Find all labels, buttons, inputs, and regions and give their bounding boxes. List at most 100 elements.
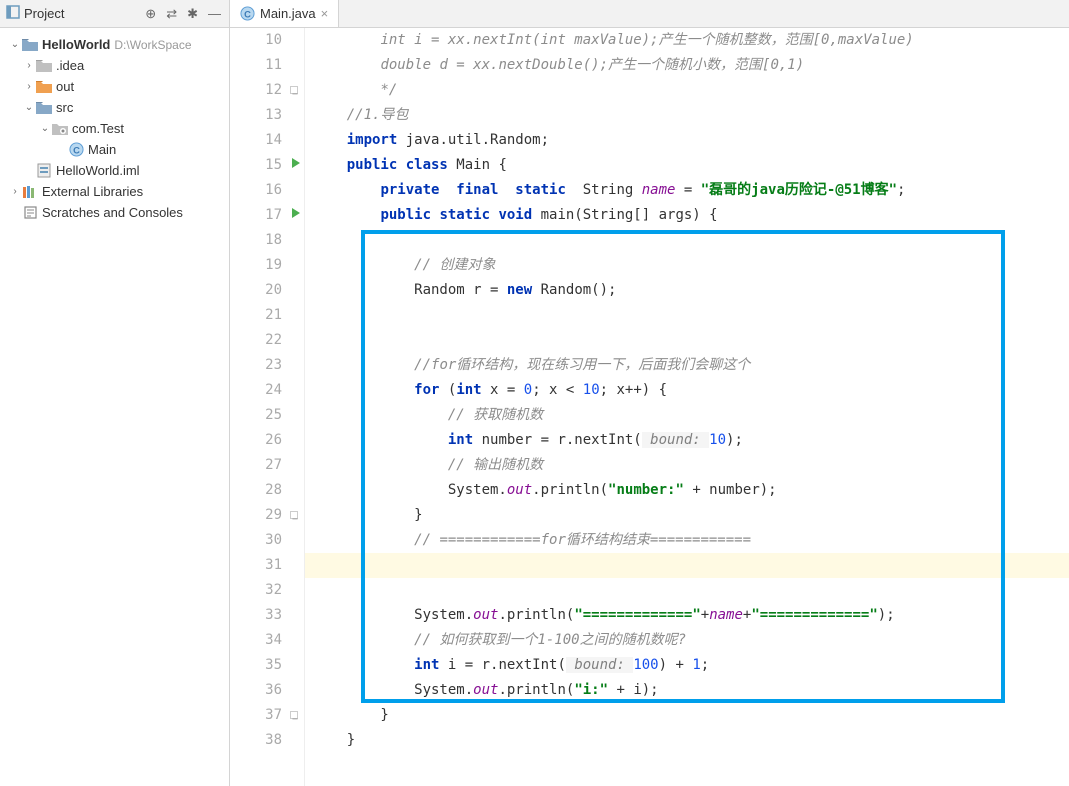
iml-icon bbox=[36, 164, 52, 178]
tree-item-src[interactable]: ⌄src bbox=[0, 97, 229, 118]
tree-item--idea[interactable]: ›.idea bbox=[0, 55, 229, 76]
tree-item-label: HelloWorld.iml bbox=[56, 163, 140, 178]
tree-item-helloworld[interactable]: ⌄HelloWorldD:\WorkSpace bbox=[0, 34, 229, 55]
tree-item-label: com.Test bbox=[72, 121, 124, 136]
lib-icon bbox=[22, 185, 38, 199]
code-line[interactable]: } bbox=[305, 703, 1069, 728]
gutter-line[interactable]: 33 bbox=[230, 603, 304, 628]
code-line[interactable] bbox=[305, 328, 1069, 353]
tree-item-out[interactable]: ›out bbox=[0, 76, 229, 97]
editor-body: 1011121314151617181920212223242526272829… bbox=[230, 28, 1069, 786]
code-line[interactable] bbox=[305, 228, 1069, 253]
gutter-line[interactable]: 23 bbox=[230, 353, 304, 378]
sidebar-header: Project ⊕ ⇄ ✱ — bbox=[0, 0, 229, 28]
gutter-line[interactable]: 11 bbox=[230, 53, 304, 78]
gutter-line[interactable]: 14 bbox=[230, 128, 304, 153]
code-line[interactable]: } bbox=[305, 728, 1069, 753]
code-line[interactable]: //1.导包 bbox=[305, 103, 1069, 128]
tree-arrow-icon[interactable]: ⌄ bbox=[38, 123, 52, 134]
tree-arrow-icon[interactable]: › bbox=[22, 60, 36, 71]
folder-blue-icon bbox=[22, 38, 38, 52]
code-line[interactable]: // 创建对象 bbox=[305, 253, 1069, 278]
gutter-line[interactable]: 35 bbox=[230, 653, 304, 678]
gutter-line[interactable]: 13 bbox=[230, 103, 304, 128]
gutter-line[interactable]: 10 bbox=[230, 28, 304, 53]
tree-item-label: External Libraries bbox=[42, 184, 143, 199]
code-line[interactable] bbox=[305, 578, 1069, 603]
fold-gutter-icon[interactable] bbox=[290, 711, 298, 719]
expand-all-icon[interactable]: ⇄ bbox=[164, 4, 179, 24]
settings-icon[interactable]: ✱ bbox=[185, 4, 200, 24]
code-line[interactable]: // 获取随机数 bbox=[305, 403, 1069, 428]
run-gutter-icon[interactable] bbox=[292, 158, 300, 168]
code-line[interactable]: Random r = new Random(); bbox=[305, 278, 1069, 303]
code-line[interactable]: // 输出随机数 bbox=[305, 453, 1069, 478]
folder-blue-icon bbox=[36, 101, 52, 115]
gutter-line[interactable]: 26 bbox=[230, 428, 304, 453]
code-line[interactable]: System.out.println("============="+name+… bbox=[305, 603, 1069, 628]
tree-arrow-icon[interactable]: ⌄ bbox=[22, 102, 36, 113]
gutter-line[interactable]: 25 bbox=[230, 403, 304, 428]
code-line[interactable]: int i = xx.nextInt(int maxValue);产生一个随机整… bbox=[305, 28, 1069, 53]
code-area[interactable]: int i = xx.nextInt(int maxValue);产生一个随机整… bbox=[305, 28, 1069, 786]
code-line[interactable]: import java.util.Random; bbox=[305, 128, 1069, 153]
gutter-line[interactable]: 22 bbox=[230, 328, 304, 353]
tree-item-label: Main bbox=[88, 142, 116, 157]
code-line[interactable]: System.out.println("i:" + i); bbox=[305, 678, 1069, 703]
gutter-line[interactable]: 15 bbox=[230, 153, 304, 178]
gutter-line[interactable]: 17 bbox=[230, 203, 304, 228]
tree-arrow-icon[interactable]: › bbox=[22, 81, 36, 92]
code-line[interactable]: public static void main(String[] args) { bbox=[305, 203, 1069, 228]
code-line[interactable]: // 如何获取到一个1-100之间的随机数呢? bbox=[305, 628, 1069, 653]
gutter-line[interactable]: 16 bbox=[230, 178, 304, 203]
code-line[interactable]: // ============for循环结构结束============ bbox=[305, 528, 1069, 553]
gutter-line[interactable]: 21 bbox=[230, 303, 304, 328]
tree-arrow-icon[interactable]: ⌄ bbox=[8, 39, 22, 50]
collapse-icon[interactable]: — bbox=[206, 4, 223, 24]
editor-tab-main[interactable]: C Main.java × bbox=[230, 0, 339, 27]
fold-gutter-icon[interactable] bbox=[290, 511, 298, 519]
gutter-line[interactable]: 32 bbox=[230, 578, 304, 603]
tree-item-helloworld-iml[interactable]: HelloWorld.iml bbox=[0, 160, 229, 181]
package-icon bbox=[52, 122, 68, 136]
tree-arrow-icon[interactable]: › bbox=[8, 186, 22, 197]
gutter-line[interactable]: 12 bbox=[230, 78, 304, 103]
gutter-line[interactable]: 20 bbox=[230, 278, 304, 303]
folder-orange-icon bbox=[36, 80, 52, 94]
tree-item-scratches-and-consoles[interactable]: Scratches and Consoles bbox=[0, 202, 229, 223]
code-line[interactable]: double d = xx.nextDouble();产生一个随机小数，范围[0… bbox=[305, 53, 1069, 78]
gutter-line[interactable]: 31 bbox=[230, 553, 304, 578]
code-line[interactable]: //for循环结构，现在练习用一下，后面我们会聊这个 bbox=[305, 353, 1069, 378]
code-line[interactable]: private final static String name = "磊哥的j… bbox=[305, 178, 1069, 203]
fold-gutter-icon[interactable] bbox=[290, 86, 298, 94]
tree-item-com-test[interactable]: ⌄ com.Test bbox=[0, 118, 229, 139]
gutter-line[interactable]: 34 bbox=[230, 628, 304, 653]
gutter-line[interactable]: 18 bbox=[230, 228, 304, 253]
code-line[interactable]: } bbox=[305, 503, 1069, 528]
code-line[interactable] bbox=[305, 553, 1069, 578]
code-line[interactable] bbox=[305, 303, 1069, 328]
code-line[interactable]: public class Main { bbox=[305, 153, 1069, 178]
code-line[interactable]: for (int x = 0; x < 10; x++) { bbox=[305, 378, 1069, 403]
gutter-line[interactable]: 28 bbox=[230, 478, 304, 503]
ide-container: Project ⊕ ⇄ ✱ — ⌄HelloWorldD:\WorkSpace›… bbox=[0, 0, 1069, 786]
svg-text:C: C bbox=[73, 145, 80, 155]
tree-item-external-libraries[interactable]: › External Libraries bbox=[0, 181, 229, 202]
code-line[interactable]: System.out.println("number:" + number); bbox=[305, 478, 1069, 503]
gutter-line[interactable]: 30 bbox=[230, 528, 304, 553]
select-opened-file-icon[interactable]: ⊕ bbox=[143, 4, 158, 24]
svg-text:C: C bbox=[244, 9, 251, 19]
tree-item-main[interactable]: C Main bbox=[0, 139, 229, 160]
code-line[interactable]: int i = r.nextInt( bound: 100) + 1; bbox=[305, 653, 1069, 678]
gutter-line[interactable]: 36 bbox=[230, 678, 304, 703]
gutter-line[interactable]: 38 bbox=[230, 728, 304, 753]
gutter-line[interactable]: 29 bbox=[230, 503, 304, 528]
code-line[interactable]: */ bbox=[305, 78, 1069, 103]
gutter-line[interactable]: 27 bbox=[230, 453, 304, 478]
code-line[interactable]: int number = r.nextInt( bound: 10); bbox=[305, 428, 1069, 453]
gutter-line[interactable]: 19 bbox=[230, 253, 304, 278]
run-gutter-icon[interactable] bbox=[292, 208, 300, 218]
gutter-line[interactable]: 24 bbox=[230, 378, 304, 403]
tab-close-icon[interactable]: × bbox=[321, 6, 329, 21]
gutter-line[interactable]: 37 bbox=[230, 703, 304, 728]
